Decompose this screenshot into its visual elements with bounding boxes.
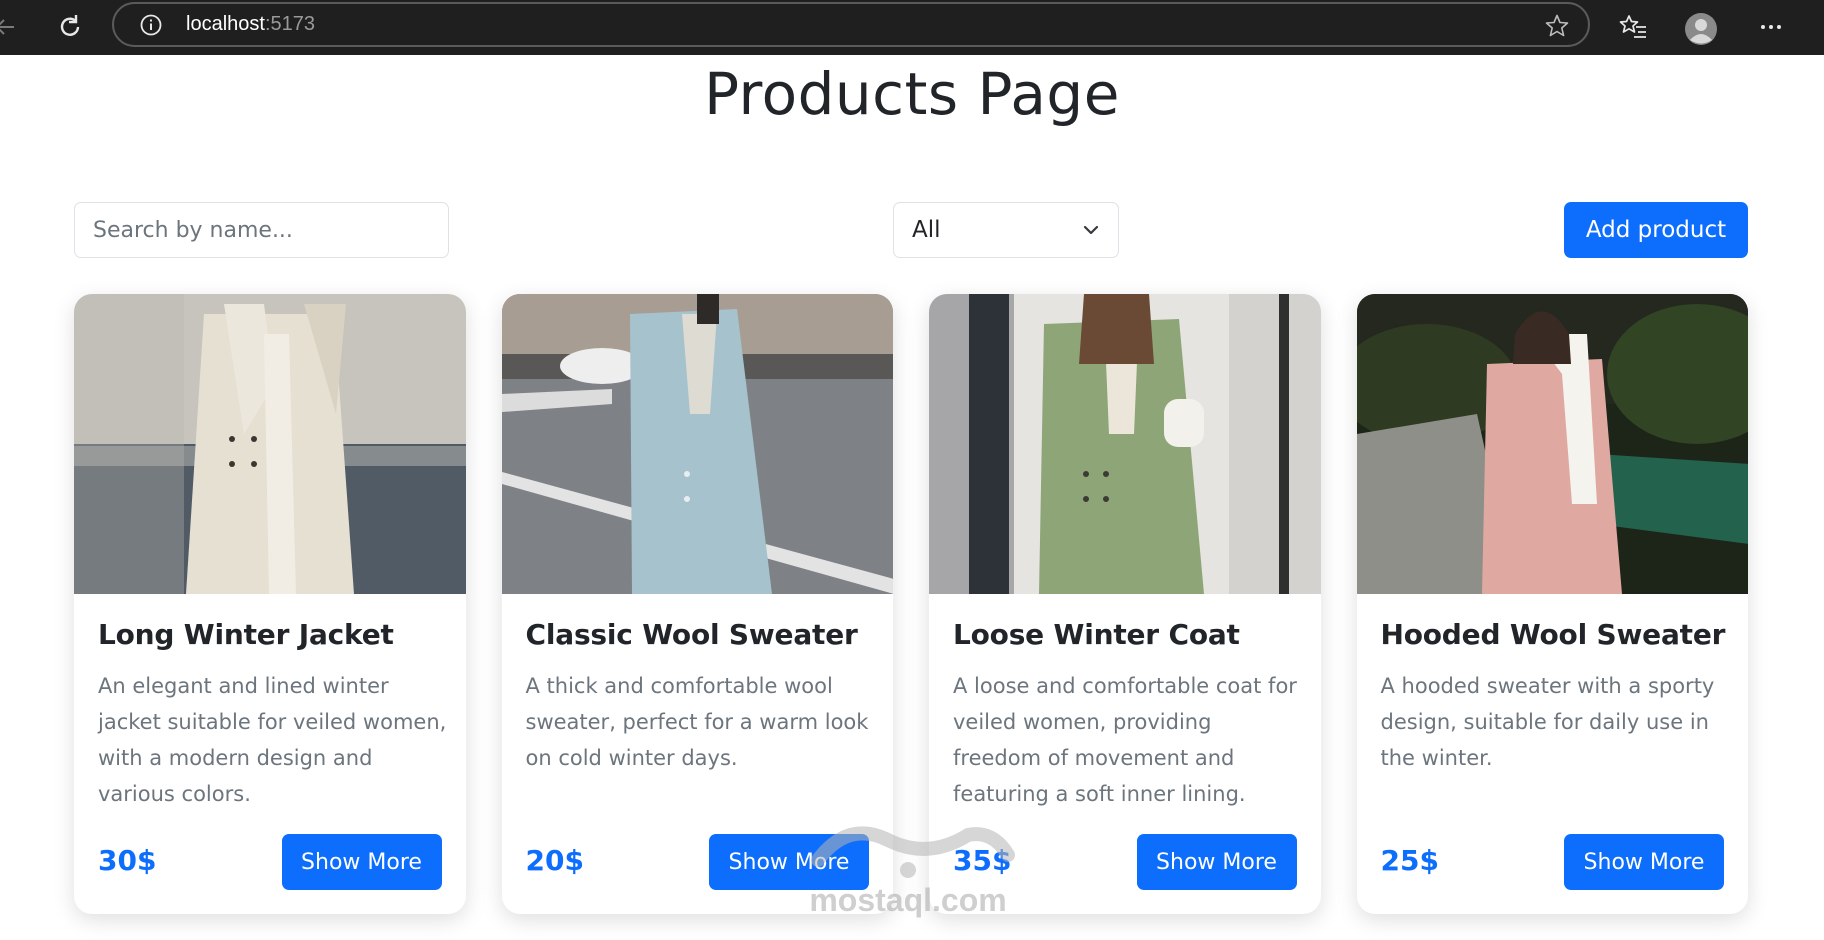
product-price: 20$: [525, 844, 584, 877]
product-description: A thick and comfortable wool sweater, pe…: [525, 674, 869, 770]
product-image[interactable]: [929, 294, 1321, 594]
product-title: Loose Winter Coat: [953, 618, 1240, 651]
browser-toolbar: localhost:5173: [0, 0, 1824, 55]
product-grid: Long Winter Jacket An elegant and lined …: [74, 294, 1748, 914]
url-text: localhost:5173: [186, 13, 315, 36]
product-image[interactable]: [1356, 294, 1749, 594]
address-bar[interactable]: localhost:5173: [112, 2, 1590, 47]
product-title: Classic Wool Sweater: [525, 618, 858, 651]
back-arrow-icon[interactable]: [0, 14, 22, 40]
product-card: Loose Winter Coat A loose and comfortabl…: [929, 294, 1321, 914]
page-title: Products Page: [704, 60, 1120, 128]
product-title: Long Winter Jacket: [98, 618, 394, 651]
show-more-button[interactable]: Show More: [1564, 834, 1724, 890]
product-price: 25$: [1380, 844, 1439, 877]
product-description: An elegant and lined winter jacket suita…: [98, 674, 447, 806]
favorites-list-icon[interactable]: [1618, 12, 1648, 42]
reload-icon[interactable]: [55, 12, 85, 42]
show-more-button[interactable]: Show More: [709, 834, 869, 890]
product-price: 35$: [953, 844, 1012, 877]
product-card: Hooded Wool Sweater A hooded sweater wit…: [1356, 294, 1749, 914]
product-image[interactable]: [501, 294, 894, 594]
category-selected-value: All: [912, 217, 941, 243]
chevron-down-icon: [1083, 225, 1099, 235]
category-select[interactable]: All: [893, 202, 1119, 258]
url-port: :5173: [264, 13, 315, 35]
product-description: A loose and comfortable coat for veiled …: [953, 674, 1297, 806]
search-input[interactable]: [74, 202, 449, 258]
profile-avatar-icon[interactable]: [1684, 12, 1717, 45]
product-description: A hooded sweater with a sporty design, s…: [1380, 674, 1715, 770]
bookmark-star-icon[interactable]: [1544, 13, 1570, 39]
product-title: Hooded Wool Sweater: [1380, 618, 1726, 651]
product-image[interactable]: [74, 294, 466, 594]
url-host: localhost: [186, 13, 265, 35]
show-more-button[interactable]: Show More: [1136, 834, 1297, 890]
more-options-icon[interactable]: [1756, 12, 1786, 42]
product-card: Classic Wool Sweater A thick and comfort…: [501, 294, 894, 914]
product-price: 30$: [98, 844, 157, 877]
site-info-icon[interactable]: [140, 14, 162, 36]
show-more-button[interactable]: Show More: [281, 834, 442, 890]
add-product-button[interactable]: Add product: [1564, 202, 1748, 258]
product-card: Long Winter Jacket An elegant and lined …: [74, 294, 466, 914]
